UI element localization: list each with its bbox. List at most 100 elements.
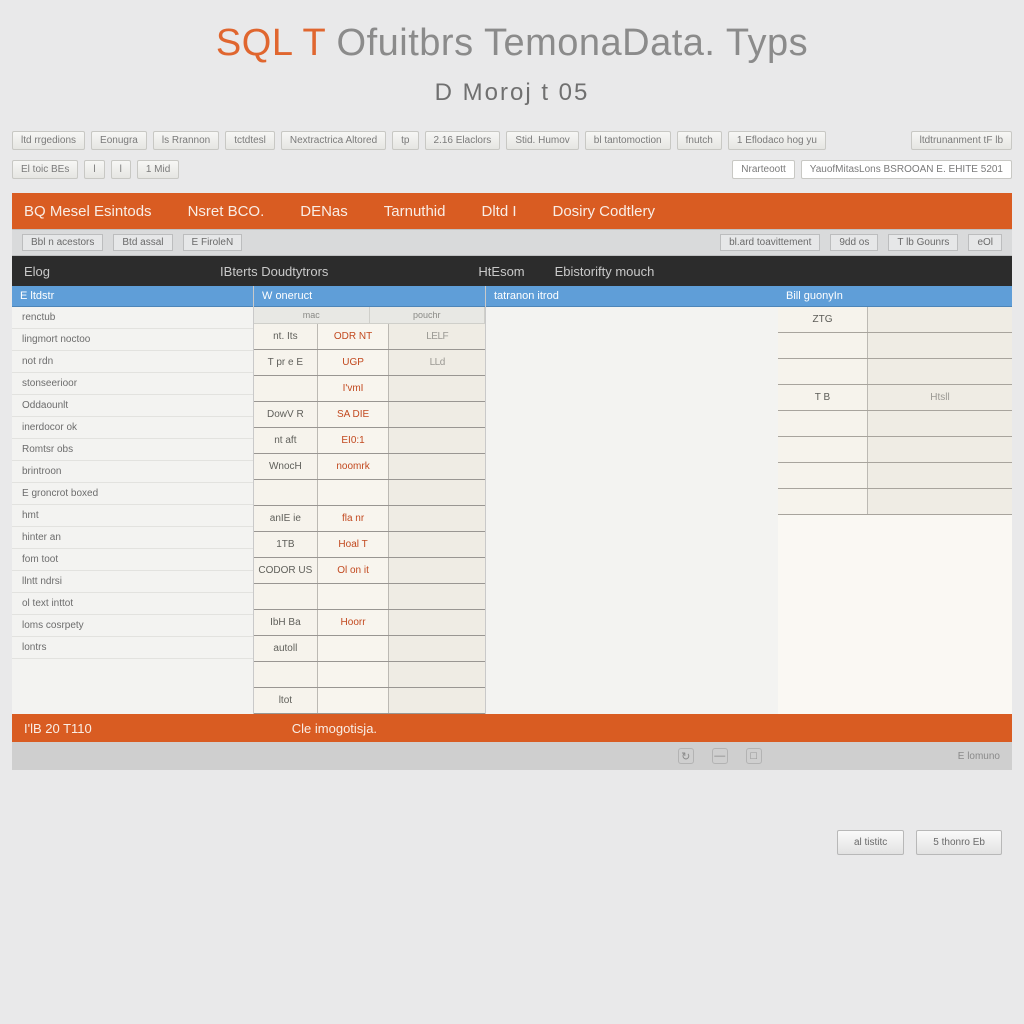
type-table-subheader: mac pouchr <box>254 307 485 324</box>
refresh-icon[interactable]: ↻ <box>678 748 694 764</box>
table-row[interactable] <box>778 411 1012 437</box>
table-row[interactable]: autoll <box>254 636 485 662</box>
table-row[interactable] <box>254 584 485 610</box>
cancel-button[interactable]: 5 thonro Eb <box>916 830 1002 855</box>
list-item[interactable]: stonseerioor <box>12 373 253 395</box>
tab-tarn[interactable]: Tarnuthid <box>366 203 464 220</box>
gap-header: tatranon itrod <box>486 286 778 307</box>
toolbar-btn[interactable]: 1 Eflodaco hog yu <box>728 131 826 150</box>
tab-nsret[interactable]: Nsret BCO. <box>170 203 283 220</box>
list-item[interactable]: lingmort noctoo <box>12 329 253 351</box>
table-row[interactable]: anIE iefla nr <box>254 506 485 532</box>
toolbar-btn[interactable]: ls Rrannon <box>153 131 219 150</box>
table-row[interactable] <box>778 437 1012 463</box>
table-row[interactable]: nt. ItsODR NTLELF <box>254 324 485 350</box>
col-header: mac <box>254 307 370 323</box>
table-row[interactable]: T BHtsll <box>778 385 1012 411</box>
filter-chip[interactable]: E FiroleN <box>183 234 243 251</box>
cell <box>868 437 1012 462</box>
filter-chip[interactable]: Bbl n acestors <box>22 234 103 251</box>
cell: T B <box>778 385 868 410</box>
tab-denas[interactable]: DENas <box>282 203 366 220</box>
table-row[interactable]: WnocHnoomrk <box>254 454 485 480</box>
table-row[interactable]: 1TBHoal T <box>254 532 485 558</box>
status-bar-secondary: ↻ — □ E lomuno <box>12 742 1012 770</box>
toolbar-btn[interactable]: bl tantomoction <box>585 131 671 150</box>
minimize-icon[interactable]: — <box>712 748 728 764</box>
list-item[interactable]: brintroon <box>12 461 253 483</box>
title-part2: T <box>302 22 325 64</box>
breadcrumb-value: YauofMitasLons BSROOAN E. EHITE 5201 <box>801 160 1012 179</box>
list-item[interactable]: ol text inttot <box>12 593 253 615</box>
cell <box>389 480 485 505</box>
table-row[interactable]: IbH BaHoorr <box>254 610 485 636</box>
table-row[interactable] <box>254 480 485 506</box>
cell: ODR NT <box>318 324 390 349</box>
filter-chip[interactable]: 9dd os <box>830 234 878 251</box>
toolbar-btn[interactable]: El toic BEs <box>12 160 78 179</box>
ok-button[interactable]: al tistitc <box>837 830 904 855</box>
status-left: I'lB 20 T110 <box>24 721 92 736</box>
section-label: HtEsom <box>478 264 554 279</box>
table-row[interactable]: I'vmI <box>254 376 485 402</box>
table-row[interactable]: DowV RSA DIE <box>254 402 485 428</box>
table-row[interactable] <box>254 662 485 688</box>
list-item[interactable]: fom toot <box>12 549 253 571</box>
toolbar-btn[interactable]: Nextractrica Altored <box>281 131 386 150</box>
toolbar-btn[interactable]: fnutch <box>677 131 722 150</box>
toolbar-btn[interactable]: Stid. Humov <box>506 131 578 150</box>
list-item[interactable]: renctub <box>12 307 253 329</box>
tab-dosiry[interactable]: Dosiry Codtlery <box>535 203 674 220</box>
maximize-icon[interactable]: □ <box>746 748 762 764</box>
toolbar-btn[interactable]: l <box>84 160 104 179</box>
list-item[interactable]: llntt ndrsi <box>12 571 253 593</box>
filter-chip[interactable]: T lb Gounrs <box>888 234 958 251</box>
cell <box>778 333 868 358</box>
list-item[interactable]: hinter an <box>12 527 253 549</box>
toolbar-btn[interactable]: ltdtrunanment tF lb <box>911 131 1012 150</box>
table-row[interactable]: T pr e EUGPLLd <box>254 350 485 376</box>
table-row[interactable]: nt aftEI0:1 <box>254 428 485 454</box>
type-table: W oneruct mac pouchr nt. ItsODR NTLELF T… <box>254 286 486 714</box>
list-item[interactable]: not rdn <box>12 351 253 373</box>
toolbar-btn[interactable]: 1 Mid <box>137 160 179 179</box>
table-row[interactable] <box>778 333 1012 359</box>
list-item[interactable]: inerdocor ok <box>12 417 253 439</box>
cell <box>778 463 868 488</box>
list-item[interactable]: hmt <box>12 505 253 527</box>
list-item[interactable]: loms cosrpety <box>12 615 253 637</box>
table-row[interactable] <box>778 359 1012 385</box>
tab-dltd[interactable]: Dltd I <box>463 203 534 220</box>
list-item[interactable]: Oddaounlt <box>12 395 253 417</box>
toolbar-btn[interactable]: l <box>111 160 131 179</box>
cell <box>868 333 1012 358</box>
cell: LELF <box>389 324 485 349</box>
list-item[interactable]: E groncrot boxed <box>12 483 253 505</box>
cell <box>389 662 485 687</box>
toolbar-btn[interactable]: tctdtesl <box>225 131 275 150</box>
toolbar-btn[interactable]: 2.16 Elaclors <box>425 131 501 150</box>
filter-chip[interactable]: Btd assal <box>113 234 172 251</box>
toolbar-btn[interactable]: tp <box>392 131 418 150</box>
toolbar-btn[interactable]: Eonugra <box>91 131 147 150</box>
cell: WnocH <box>254 454 318 479</box>
list-item[interactable]: lontrs <box>12 637 253 659</box>
list-item[interactable]: Romtsr obs <box>12 439 253 461</box>
table-row[interactable] <box>778 463 1012 489</box>
cell <box>389 558 485 583</box>
table-row[interactable]: CODOR USOl on it <box>254 558 485 584</box>
filter-chip[interactable]: eOl <box>968 234 1002 251</box>
breadcrumb-label: Nrarteoott <box>732 160 794 179</box>
cell <box>778 411 868 436</box>
cell <box>389 636 485 661</box>
toolbar-btn[interactable]: ltd rrgedions <box>12 131 85 150</box>
filter-chip[interactable]: bl.ard toavittement <box>720 234 820 251</box>
cell <box>389 610 485 635</box>
table-row[interactable]: ZTG <box>778 307 1012 333</box>
cell: SA DIE <box>318 402 390 427</box>
table-row[interactable] <box>778 489 1012 515</box>
table-row[interactable]: ltot <box>254 688 485 714</box>
tab-main[interactable]: BQ Mesel Esintods <box>24 203 170 220</box>
section-label: Ebistorifty mouch <box>555 264 685 279</box>
cell <box>318 662 390 687</box>
